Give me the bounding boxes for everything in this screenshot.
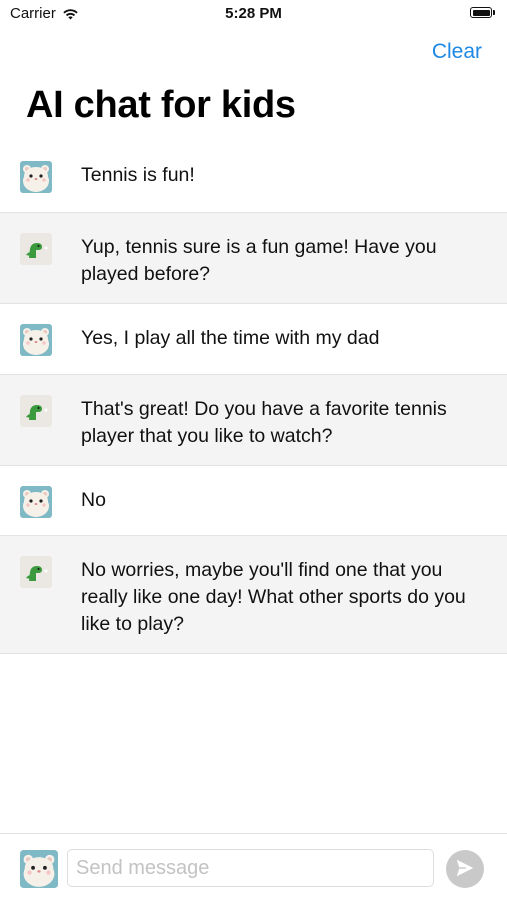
message-text: No worries, maybe you'll find one that y… xyxy=(81,559,466,635)
message-row-user: No xyxy=(0,466,507,536)
hamster-avatar xyxy=(20,161,52,193)
hamster-avatar xyxy=(20,850,58,888)
message-text: No xyxy=(81,489,106,511)
send-icon xyxy=(454,857,476,882)
battery-icon xyxy=(470,6,497,19)
message-text: Yup, tennis sure is a fun game! Have you… xyxy=(81,236,437,285)
status-bar: Carrier 5:28 PM xyxy=(0,0,507,30)
message-input-bar xyxy=(0,833,507,900)
hamster-avatar xyxy=(20,486,52,518)
clear-button[interactable]: Clear xyxy=(432,40,482,64)
dinosaur-avatar xyxy=(20,233,52,265)
message-row-bot: That's great! Do you have a favorite ten… xyxy=(0,375,507,466)
message-input[interactable] xyxy=(67,849,434,887)
dinosaur-avatar xyxy=(20,395,52,427)
chat-screen: Carrier 5:28 PM Clear AI chat for kids T… xyxy=(0,0,507,900)
message-row-user: Yes, I play all the time with my dad xyxy=(0,304,507,375)
message-text: Yes, I play all the time with my dad xyxy=(81,327,380,349)
message-list: Tennis is fun! Yup, tennis sure is a fun… xyxy=(0,141,507,654)
send-button[interactable] xyxy=(446,850,484,888)
message-row-bot: No worries, maybe you'll find one that y… xyxy=(0,536,507,654)
message-text: Tennis is fun! xyxy=(81,164,195,186)
message-row-bot: Yup, tennis sure is a fun game! Have you… xyxy=(0,213,507,304)
message-row-user: Tennis is fun! xyxy=(0,141,507,213)
hamster-avatar xyxy=(20,324,52,356)
dinosaur-avatar xyxy=(20,556,52,588)
page-title: AI chat for kids xyxy=(26,84,296,126)
status-time: 5:28 PM xyxy=(225,5,282,22)
message-text: That's great! Do you have a favorite ten… xyxy=(81,398,447,447)
